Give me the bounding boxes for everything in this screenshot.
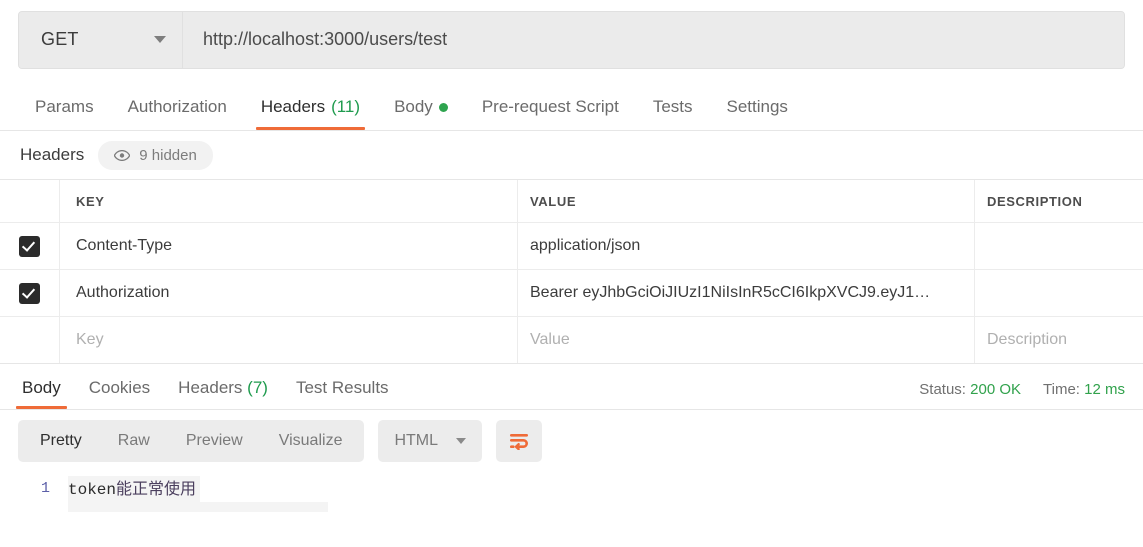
code-line-content: token能正常使用 — [68, 476, 201, 503]
hidden-headers-label: 9 hidden — [139, 146, 197, 164]
row-value-value: application/json — [530, 237, 641, 254]
eye-icon — [114, 149, 131, 161]
row-checkbox-cell — [0, 223, 60, 269]
row-key-value: Authorization — [76, 284, 170, 301]
response-tab-test-results[interactable]: Test Results — [282, 378, 403, 409]
code-token-ascii: token — [68, 481, 117, 499]
table-header-row: KEY VALUE DESCRIPTION — [0, 180, 1143, 223]
tab-params-label: Params — [35, 97, 94, 116]
response-language-select[interactable]: HTML — [378, 420, 483, 462]
response-tab-cookies[interactable]: Cookies — [75, 378, 164, 409]
response-view-switcher: Pretty Raw Preview Visualize — [18, 420, 365, 462]
tab-tests[interactable]: Tests — [636, 97, 710, 130]
row-value-cell[interactable]: application/json — [518, 223, 975, 269]
time-label: Time: — [1043, 381, 1080, 398]
tab-pre-request-script-label: Pre-request Script — [481, 97, 619, 116]
status-badge: 200 OK — [970, 381, 1022, 398]
column-header-description-label: DESCRIPTION — [987, 193, 1083, 209]
response-view-toolbar: Pretty Raw Preview Visualize HTML — [0, 410, 1143, 472]
view-preview-button[interactable]: Preview — [168, 420, 261, 462]
http-method-label: GET — [41, 29, 79, 49]
new-description-input[interactable]: Description — [975, 317, 1143, 363]
word-wrap-button[interactable] — [496, 420, 543, 462]
tab-authorization[interactable]: Authorization — [111, 97, 244, 130]
chevron-down-icon — [154, 36, 166, 43]
tab-settings[interactable]: Settings — [710, 97, 805, 130]
tab-authorization-label: Authorization — [127, 97, 227, 116]
status-group: Status: 200 OK — [919, 381, 1021, 398]
time-value: 12 ms — [1084, 381, 1125, 398]
table-row[interactable]: Authorization Bearer eyJhbGciOiJIUzI1NiI… — [0, 270, 1143, 317]
new-description-placeholder: Description — [987, 331, 1068, 348]
response-body-viewer[interactable]: 1 token能正常使用 — [0, 472, 1143, 512]
tab-params[interactable]: Params — [18, 97, 111, 130]
request-url-input[interactable]: http://localhost:3000/users/test — [183, 11, 1124, 68]
tab-tests-label: Tests — [652, 97, 693, 116]
row-key-value: Content-Type — [76, 237, 173, 254]
response-tab-bar: Body Cookies Headers (7) Test Results St… — [0, 364, 1143, 410]
response-tab-body[interactable]: Body — [8, 378, 75, 409]
code-line: 1 token能正常使用 — [0, 476, 1143, 503]
table-row[interactable]: Content-Type application/json — [0, 223, 1143, 270]
time-group: Time: 12 ms — [1043, 381, 1125, 398]
response-meta: Status: 200 OK Time: 12 ms — [919, 381, 1143, 409]
column-header-value-label: VALUE — [530, 193, 577, 209]
chevron-down-icon — [456, 438, 467, 444]
request-tab-bar: Params Authorization Headers (11) Body P… — [0, 79, 1143, 131]
url-bar-container: GET http://localhost:3000/users/test — [18, 10, 1125, 69]
headers-table: KEY VALUE DESCRIPTION Content-Type appli… — [0, 179, 1143, 364]
request-url-bar: GET http://localhost:3000/users/test — [0, 0, 1143, 79]
http-method-select[interactable]: GET — [19, 11, 183, 68]
row-value-cell[interactable]: Bearer eyJhbGciOiJIUzI1NiIsInR5cCI6IkpXV… — [518, 270, 975, 316]
headers-section-title: Headers — [20, 145, 85, 164]
new-value-placeholder: Value — [530, 331, 570, 348]
column-header-value: VALUE — [518, 180, 975, 222]
row-key-cell[interactable]: Content-Type — [60, 223, 518, 269]
row-description-cell[interactable] — [975, 270, 1143, 316]
tab-headers-label: Headers — [260, 97, 326, 116]
row-description-cell[interactable] — [975, 223, 1143, 269]
tab-settings-label: Settings — [726, 97, 788, 116]
header-checkbox-column — [0, 180, 60, 222]
new-value-input[interactable]: Value — [518, 317, 975, 363]
response-tab-body-label: Body — [22, 378, 61, 397]
view-raw-button[interactable]: Raw — [100, 420, 168, 462]
tab-pre-request-script[interactable]: Pre-request Script — [465, 97, 636, 130]
response-tab-headers-count: (7) — [247, 378, 268, 397]
code-line-highlight — [68, 502, 328, 512]
tab-headers-count: (11) — [331, 97, 361, 116]
column-header-key-label: KEY — [76, 193, 105, 209]
status-label: Status: — [919, 381, 966, 398]
new-key-placeholder: Key — [76, 331, 104, 348]
row-checkbox-cell — [0, 270, 60, 316]
new-key-input[interactable]: Key — [60, 317, 518, 363]
row-value-value: Bearer eyJhbGciOiJIUzI1NiIsInR5cCI6IkpXV… — [530, 284, 931, 301]
column-header-description: DESCRIPTION — [975, 180, 1143, 222]
table-row-empty[interactable]: Key Value Description — [0, 317, 1143, 363]
row-checkbox-cell-empty — [0, 317, 60, 363]
response-tab-headers[interactable]: Headers (7) — [164, 378, 282, 409]
response-tab-headers-label: Headers — [178, 378, 243, 397]
row-checkbox[interactable] — [19, 235, 40, 257]
column-header-key: KEY — [60, 180, 518, 222]
hidden-headers-toggle[interactable]: 9 hidden — [98, 140, 213, 170]
response-tab-test-results-label: Test Results — [295, 378, 389, 397]
body-present-dot-icon — [438, 102, 448, 112]
line-number: 1 — [40, 480, 50, 497]
tab-headers[interactable]: Headers (11) — [244, 97, 377, 130]
tab-body-label: Body — [394, 97, 433, 116]
tab-body[interactable]: Body — [377, 97, 465, 130]
view-visualize-button[interactable]: Visualize — [261, 420, 361, 462]
row-checkbox[interactable] — [19, 282, 40, 304]
headers-toolbar: Headers 9 hidden — [0, 131, 1143, 179]
view-pretty-button[interactable]: Pretty — [22, 420, 100, 462]
word-wrap-icon — [510, 434, 529, 450]
code-token-cjk: 能正常使用 — [116, 479, 197, 498]
row-key-cell[interactable]: Authorization — [60, 270, 518, 316]
response-language-label: HTML — [394, 432, 439, 449]
response-tab-cookies-label: Cookies — [88, 378, 151, 397]
